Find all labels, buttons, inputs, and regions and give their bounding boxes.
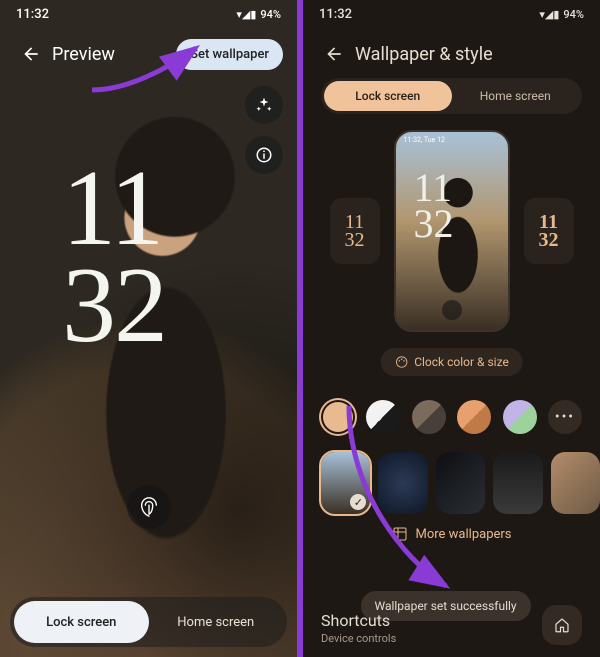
- status-bar: 11:32 ▾◢▮ 94%: [303, 0, 600, 28]
- status-bar: 11:32 ▾◢▮ 94%: [0, 0, 297, 28]
- preview-screen: 11:32 ▾◢▮ 94% Preview Set wallpaper 11 3…: [0, 0, 297, 657]
- fingerprint-icon: [442, 300, 462, 320]
- arrow-left-icon: [21, 44, 41, 64]
- tab-home-screen[interactable]: Home screen: [452, 81, 580, 111]
- status-time: 11:32: [319, 7, 352, 22]
- clock-style-option[interactable]: 11 32: [330, 198, 380, 264]
- preview-clock: 11 32: [414, 170, 454, 242]
- clock-hours: 11: [62, 160, 166, 257]
- fingerprint-icon: [138, 496, 160, 518]
- shortcuts-subtitle: Device controls: [321, 632, 396, 645]
- check-icon: ✓: [350, 494, 366, 510]
- color-swatch[interactable]: [366, 400, 400, 434]
- back-button[interactable]: [14, 37, 48, 71]
- set-wallpaper-button[interactable]: Set wallpaper: [176, 39, 283, 70]
- lock-clock: 11 32: [62, 160, 166, 354]
- shortcuts-text: Shortcuts Device controls: [321, 611, 396, 645]
- preview-status: 11:32, Tue 12: [404, 136, 445, 144]
- chip-label: Clock color & size: [414, 355, 509, 369]
- status-icons: ▾◢▮ 94%: [539, 8, 584, 21]
- color-swatch[interactable]: [457, 400, 491, 434]
- wallpaper-style-screen: 11:32 ▾◢▮ 94% Wallpaper & style Lock scr…: [303, 0, 600, 657]
- topbar: Preview Set wallpaper: [0, 30, 297, 78]
- action-column: [245, 86, 283, 174]
- more-wallpapers-button[interactable]: More wallpapers: [391, 526, 511, 542]
- info-button[interactable]: [245, 136, 283, 174]
- status-icons: ▾◢▮ 94%: [236, 8, 281, 21]
- shortcuts-row: Shortcuts Device controls: [321, 605, 582, 645]
- wallpaper-thumbnail[interactable]: [378, 452, 427, 514]
- status-time: 11:32: [16, 7, 49, 22]
- tab-home-screen[interactable]: Home screen: [149, 601, 284, 643]
- sparkles-icon: [255, 96, 273, 114]
- preview-tabs: Lock screen Home screen: [10, 597, 287, 647]
- tab-lock-screen[interactable]: Lock screen: [324, 81, 452, 111]
- screen-tabs: Lock screen Home screen: [321, 78, 582, 114]
- clock-style-option[interactable]: 11 32: [524, 198, 574, 264]
- color-swatch[interactable]: [412, 400, 446, 434]
- lock-screen-preview[interactable]: 11:32, Tue 12 11 32: [394, 130, 510, 332]
- wallpaper-thumbnail[interactable]: [551, 452, 600, 514]
- color-swatch[interactable]: [321, 400, 355, 434]
- color-swatch[interactable]: [503, 400, 537, 434]
- wallpaper-thumbnail[interactable]: [436, 452, 485, 514]
- topbar: Wallpaper & style: [303, 30, 600, 78]
- page-title: Wallpaper & style: [355, 44, 586, 65]
- shortcuts-title: Shortcuts: [321, 611, 396, 630]
- tab-lock-screen[interactable]: Lock screen: [14, 601, 149, 643]
- wallpaper-thumbnail[interactable]: ✓: [321, 452, 370, 514]
- effects-button[interactable]: [245, 86, 283, 124]
- arrow-left-icon: [324, 44, 344, 64]
- fingerprint-button[interactable]: [127, 485, 171, 529]
- wallpaper-thumbnails: ✓: [321, 452, 600, 514]
- back-button[interactable]: [317, 37, 351, 71]
- clock-minutes: 32: [62, 257, 166, 354]
- wallpaper-icon: [391, 526, 407, 542]
- wallpaper-thumbnail[interactable]: [493, 452, 542, 514]
- clock-style-row: 11 32 11:32, Tue 12 11 32 11 32: [303, 126, 600, 336]
- palette-icon: [394, 355, 408, 369]
- more-colors-button[interactable]: •••: [548, 400, 582, 434]
- home-shortcut-button[interactable]: [542, 605, 582, 645]
- more-wallpapers-label: More wallpapers: [415, 527, 511, 542]
- color-swatches: •••: [321, 400, 582, 434]
- info-icon: [255, 146, 273, 164]
- clock-color-size-button[interactable]: Clock color & size: [380, 348, 523, 376]
- home-icon: [553, 616, 571, 634]
- page-title: Preview: [52, 44, 176, 65]
